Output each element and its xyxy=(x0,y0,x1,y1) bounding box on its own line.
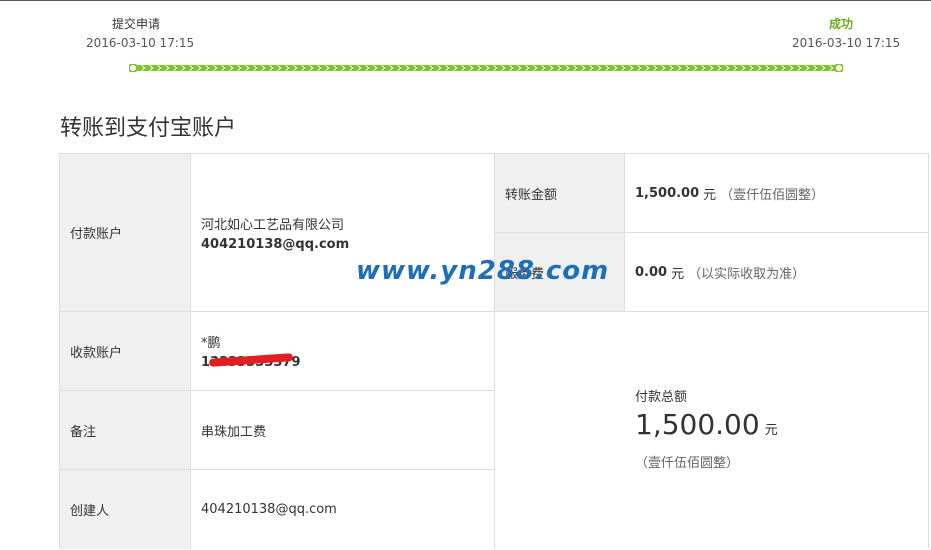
amount-value: 1,500.00 元 （壹仟伍佰圆整） xyxy=(625,154,928,233)
amount-unit: 元 xyxy=(703,187,717,203)
payer-value: 河北如心工艺品有限公司 404210138@qq.com xyxy=(191,154,495,312)
watermark: www.yn288.com xyxy=(356,256,610,286)
progress-bar xyxy=(129,64,843,72)
top-border xyxy=(0,0,931,1)
payee-name: *鹏 xyxy=(201,336,221,351)
step-success-date: 2016-03-10 17:15 xyxy=(792,36,901,50)
step-submit-label: 提交申请 xyxy=(112,17,161,31)
page-title: 转账到支付宝账户 xyxy=(60,116,237,141)
total-label: 付款总额 xyxy=(635,390,688,405)
step-start-dot xyxy=(129,64,138,72)
fee-unit: 元 xyxy=(671,266,685,282)
total-caps: （壹仟伍佰圆整） xyxy=(635,456,740,471)
payee-label: 收款账户 xyxy=(60,312,191,391)
step-success-label: 成功 xyxy=(829,17,854,31)
amount-label: 转账金额 xyxy=(495,154,625,233)
total-panel: 付款总额 1,500.00 元 （壹仟伍佰圆整） xyxy=(495,312,928,549)
note-label: 备注 xyxy=(60,391,191,470)
payee-value: *鹏 13333333379 xyxy=(191,312,495,391)
total-amount: 1,500.00 元 xyxy=(635,408,778,441)
note-value: 串珠加工费 xyxy=(191,391,495,470)
payer-label: 付款账户 xyxy=(60,154,191,312)
fee-number: 0.00 xyxy=(635,264,668,280)
creator-value: 404210138@qq.com xyxy=(191,470,495,549)
payer-account: 404210138@qq.com xyxy=(201,236,350,252)
total-unit: 元 xyxy=(764,423,778,438)
step-submit-date: 2016-03-10 17:15 xyxy=(86,36,195,50)
amount-caps: （壹仟伍佰圆整） xyxy=(720,187,825,203)
step-end-dot xyxy=(834,64,843,72)
payer-name: 河北如心工艺品有限公司 xyxy=(201,217,345,233)
details-table: 付款账户 河北如心工艺品有限公司 404210138@qq.com 收款账户 *… xyxy=(59,153,929,549)
fee-note: （以实际收取为准） xyxy=(688,266,806,282)
amount-number: 1,500.00 xyxy=(635,185,700,201)
fee-value: 0.00 元 （以实际收取为准） xyxy=(625,233,928,312)
total-number: 1,500.00 xyxy=(635,408,760,441)
creator-label: 创建人 xyxy=(60,470,191,549)
